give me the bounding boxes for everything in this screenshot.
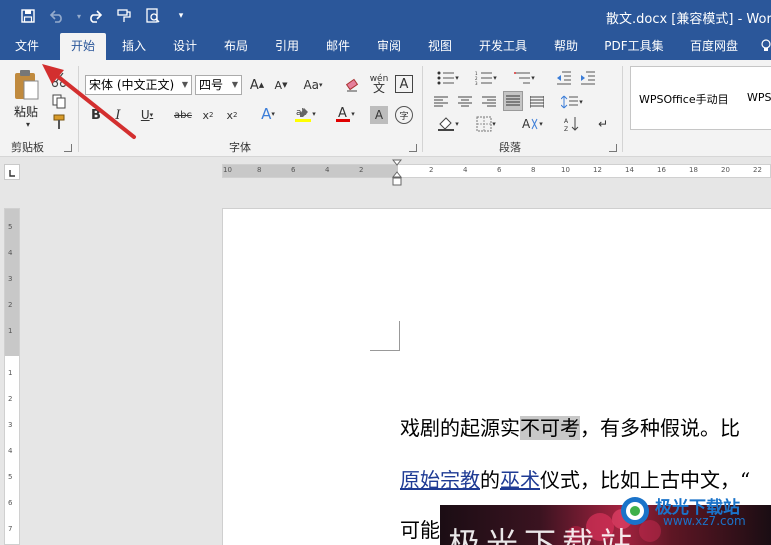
word-window: ▾ ▾ 散文.docx [兼容模式] - Word 文件 开始 插入 设计 布局… (0, 0, 771, 545)
annotation-arrow-icon (42, 64, 136, 139)
